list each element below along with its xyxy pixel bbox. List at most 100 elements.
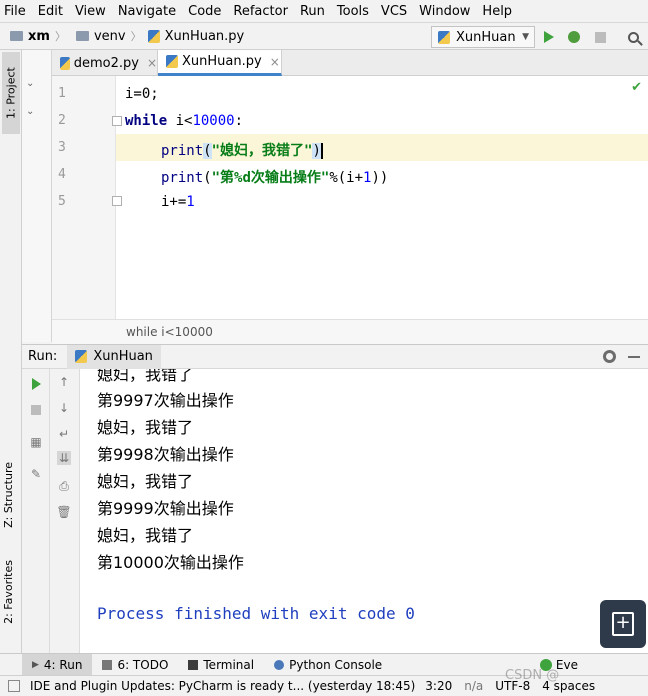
run-tab-xunhuan[interactable]: XunHuan bbox=[67, 344, 161, 369]
project-tool-tab[interactable]: 1: Project bbox=[2, 52, 20, 134]
run-tab-label: XunHuan bbox=[93, 349, 153, 364]
terminal-icon bbox=[188, 659, 199, 670]
stop-button[interactable] bbox=[591, 28, 609, 46]
chevron-right-icon: 〉 bbox=[130, 30, 142, 43]
pin-icon[interactable]: ✎ bbox=[29, 467, 43, 481]
gear-icon[interactable] bbox=[603, 350, 616, 363]
console-line: 第9999次输出操作 bbox=[97, 499, 234, 518]
editor-tab-bar: demo2.py × XunHuan.py × bbox=[52, 50, 648, 76]
tab-python-console[interactable]: Python Console bbox=[264, 654, 392, 676]
scroll-to-end-icon[interactable]: ⇊ bbox=[57, 451, 71, 465]
code-line-3: print("媳妇，我错了") bbox=[161, 143, 323, 159]
toggle-tool-windows-icon[interactable] bbox=[8, 680, 20, 692]
python-file-icon bbox=[75, 350, 88, 363]
stop-icon bbox=[31, 405, 41, 415]
run-toolbar-primary: ▦ ✎ bbox=[22, 369, 50, 653]
console-line: 媳妇，我错了 bbox=[97, 526, 194, 545]
python-file-icon bbox=[166, 55, 178, 68]
add-note-button[interactable]: + bbox=[600, 600, 646, 648]
chevron-down-icon[interactable]: ⌄ bbox=[26, 106, 34, 117]
menu-vcs[interactable]: VCS bbox=[381, 4, 407, 19]
layout-icon[interactable]: ▦ bbox=[29, 435, 43, 449]
minimize-icon[interactable] bbox=[628, 356, 640, 358]
tab-terminal[interactable]: Terminal bbox=[178, 654, 264, 676]
stop-icon bbox=[594, 31, 606, 43]
console-line: 媳妇，我错了 bbox=[97, 369, 194, 384]
run-configuration-label: XunHuan bbox=[456, 29, 516, 45]
trash-icon[interactable]: 🗑 bbox=[56, 505, 71, 519]
tab-run[interactable]: ▶ 4: Run bbox=[22, 653, 93, 676]
menu-code[interactable]: Code bbox=[188, 4, 221, 19]
breadcrumb-folder[interactable]: venv bbox=[94, 29, 126, 44]
arrow-up-icon[interactable]: ↑ bbox=[57, 375, 71, 389]
chevron-right-icon: 〉 bbox=[54, 30, 66, 43]
console-line: 第10000次输出操作 bbox=[97, 553, 244, 572]
checkmark-icon: ✔ bbox=[631, 80, 642, 95]
favorites-tool-tab[interactable]: 2: Favorites bbox=[2, 560, 15, 624]
code-editor[interactable]: 1 2 3 4 5 ✔ i=0; while i<10000: print("媳… bbox=[52, 76, 648, 319]
search-icon bbox=[627, 31, 639, 43]
line-number: 1 bbox=[58, 86, 66, 101]
play-icon bbox=[544, 31, 554, 43]
line-separator[interactable]: n/a bbox=[464, 679, 483, 693]
console-line: 媳妇，我错了 bbox=[97, 472, 194, 491]
run-toolbar-secondary: ↑ ↓ ↵ ⇊ ⎙ 🗑 bbox=[50, 369, 80, 653]
console-line: 第9998次输出操作 bbox=[97, 445, 234, 464]
python-file-icon bbox=[60, 56, 70, 70]
editor-breadcrumb[interactable]: while i<10000 bbox=[52, 319, 648, 344]
run-button[interactable] bbox=[540, 28, 558, 46]
menu-bar: File Edit View Navigate Code Refactor Ru… bbox=[0, 0, 648, 22]
play-icon bbox=[31, 378, 41, 390]
arrow-down-icon[interactable]: ↓ bbox=[57, 401, 71, 415]
navigation-bar: xm 〉 venv 〉 XunHuan.py XunHuan ▼ bbox=[0, 22, 648, 50]
soft-wrap-icon[interactable]: ↵ bbox=[57, 427, 71, 441]
menu-edit[interactable]: Edit bbox=[38, 4, 63, 19]
close-icon[interactable]: × bbox=[270, 55, 280, 69]
search-button[interactable] bbox=[624, 28, 642, 46]
menu-tools[interactable]: Tools bbox=[337, 4, 369, 19]
caret-position[interactable]: 3:20 bbox=[425, 679, 452, 693]
tab-todo[interactable]: 6: TODO bbox=[92, 654, 178, 676]
fold-marker-icon[interactable] bbox=[112, 116, 122, 126]
run-configuration-select[interactable]: XunHuan ▼ bbox=[431, 26, 535, 48]
line-number: 3 bbox=[58, 140, 66, 155]
fold-marker-icon[interactable] bbox=[112, 196, 122, 206]
print-icon[interactable]: ⎙ bbox=[57, 479, 71, 493]
code-line-4: print("第%d次输出操作"%(i+1)) bbox=[161, 170, 389, 186]
folder-icon bbox=[10, 31, 23, 41]
status-message[interactable]: IDE and Plugin Updates: PyCharm is ready… bbox=[30, 679, 415, 693]
menu-window[interactable]: Window bbox=[419, 4, 470, 19]
code-line-2: while i<10000: bbox=[125, 113, 244, 129]
python-icon bbox=[274, 659, 285, 670]
line-number: 2 bbox=[58, 113, 66, 128]
menu-run[interactable]: Run bbox=[300, 4, 325, 19]
console-line: 第9997次输出操作 bbox=[97, 391, 234, 410]
menu-refactor[interactable]: Refactor bbox=[233, 4, 288, 19]
console-output[interactable]: 媳妇，我错了 第9997次输出操作 媳妇，我错了 第9998次输出操作 媳妇，我… bbox=[80, 369, 648, 653]
chevron-down-icon[interactable]: ⌄ bbox=[26, 78, 34, 89]
todo-icon bbox=[102, 659, 113, 670]
rerun-button[interactable] bbox=[29, 377, 43, 391]
stop-button[interactable] bbox=[29, 403, 43, 417]
menu-help[interactable]: Help bbox=[482, 4, 512, 19]
close-icon[interactable]: × bbox=[147, 56, 157, 70]
menu-file[interactable]: File bbox=[4, 4, 26, 19]
breadcrumb-file[interactable]: XunHuan.py bbox=[165, 29, 245, 44]
bug-icon bbox=[568, 31, 580, 43]
line-number: 4 bbox=[58, 167, 66, 182]
menu-navigate[interactable]: Navigate bbox=[118, 4, 176, 19]
current-line-highlight bbox=[52, 134, 648, 161]
menu-view[interactable]: View bbox=[75, 4, 106, 19]
csdn-watermark: CSDN @ bbox=[505, 668, 560, 683]
line-number-gutter: 1 2 3 4 5 bbox=[52, 76, 116, 319]
tab-xunhuan[interactable]: XunHuan.py × bbox=[158, 50, 282, 76]
code-line-5: i+=1 bbox=[161, 194, 195, 210]
breadcrumb-project[interactable]: xm bbox=[28, 29, 50, 44]
tab-demo2[interactable]: demo2.py × bbox=[52, 50, 158, 76]
plus-icon: + bbox=[612, 612, 634, 636]
process-finished-message: Process finished with exit code 0 bbox=[97, 604, 415, 623]
structure-tool-tab[interactable]: Z: Structure bbox=[2, 462, 15, 528]
left-tool-strip: 1: Project Z: Structure 2: Favorites bbox=[0, 50, 22, 653]
tab-label: demo2.py bbox=[73, 55, 139, 71]
debug-button[interactable] bbox=[565, 28, 583, 46]
